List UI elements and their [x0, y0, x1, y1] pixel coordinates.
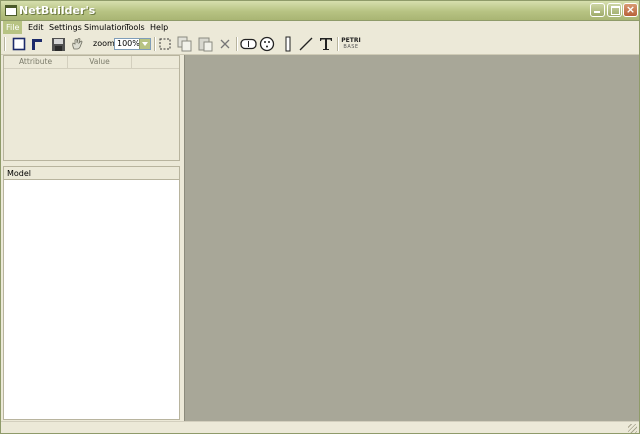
text-icon	[320, 38, 332, 50]
column-header-attribute[interactable]: Attribute	[4, 56, 68, 68]
new-button[interactable]	[11, 36, 27, 52]
menu-bar: File Edit Settings Simulation Tools Help	[1, 21, 639, 34]
maximize-icon	[611, 6, 620, 15]
maximize-button[interactable]	[607, 3, 622, 17]
attributes-panel: Attribute Value	[3, 55, 180, 161]
transition-tool-button[interactable]	[240, 36, 257, 52]
new-icon	[12, 37, 26, 51]
menu-help[interactable]: Help	[147, 21, 171, 34]
close-button[interactable]: ×	[623, 3, 638, 17]
select-icon	[159, 38, 171, 50]
zoom-select[interactable]: 100%	[114, 38, 151, 50]
menu-settings[interactable]: Settings	[46, 21, 85, 34]
minimize-button[interactable]	[590, 3, 605, 17]
toolbar-separator	[154, 37, 156, 51]
menu-tools[interactable]: Tools	[122, 21, 148, 34]
zoom-value: 100%	[117, 39, 140, 48]
app-icon	[5, 5, 17, 16]
delete-button[interactable]	[217, 36, 233, 52]
bar-icon	[285, 36, 291, 52]
attributes-header: Attribute Value	[4, 56, 179, 69]
paste-button[interactable]	[198, 36, 214, 52]
menu-edit[interactable]: Edit	[25, 21, 47, 34]
model-panel-title: Model	[4, 167, 179, 180]
save-icon	[51, 37, 65, 51]
minimize-icon	[594, 11, 600, 13]
petri-logo[interactable]: PETRI BASE	[340, 36, 362, 52]
toolbar: zoom: 100% PETRI BASE	[1, 34, 639, 55]
drawing-canvas[interactable]	[184, 55, 639, 421]
model-panel: Model	[3, 166, 180, 420]
chevron-down-icon[interactable]	[139, 39, 150, 49]
hand-button[interactable]	[69, 36, 85, 52]
open-icon	[32, 39, 42, 50]
text-tool-button[interactable]	[318, 36, 334, 52]
petri-logo-line2: BASE	[343, 44, 359, 50]
open-button[interactable]	[29, 36, 45, 52]
title-bar[interactable]: NetBuilder's ×	[1, 1, 639, 21]
copy-icon	[177, 36, 192, 52]
petri-logo-line1: PETRI	[341, 37, 361, 44]
transition-icon	[240, 38, 257, 50]
place-tool-button[interactable]	[259, 36, 275, 52]
hand-icon	[72, 38, 83, 50]
toolbar-separator	[4, 37, 6, 51]
copy-button[interactable]	[177, 36, 193, 52]
paste-icon	[198, 37, 213, 52]
window-title: NetBuilder's	[19, 4, 96, 17]
select-button[interactable]	[157, 36, 173, 52]
app-window: NetBuilder's × File Edit Settings Simula…	[0, 0, 640, 434]
save-button[interactable]	[50, 36, 66, 52]
toolbar-separator	[337, 37, 339, 51]
bar-tool-button[interactable]	[280, 36, 296, 52]
column-header-value[interactable]: Value	[68, 56, 132, 68]
status-bar	[1, 421, 639, 433]
delete-icon	[220, 39, 230, 49]
menu-file[interactable]: File	[3, 21, 23, 34]
arc-tool-button[interactable]	[298, 36, 314, 52]
place-icon	[259, 36, 275, 52]
toolbar-separator	[236, 37, 238, 51]
resize-grip-icon[interactable]	[628, 424, 637, 433]
arc-icon	[299, 37, 313, 51]
close-icon: ×	[625, 3, 636, 16]
